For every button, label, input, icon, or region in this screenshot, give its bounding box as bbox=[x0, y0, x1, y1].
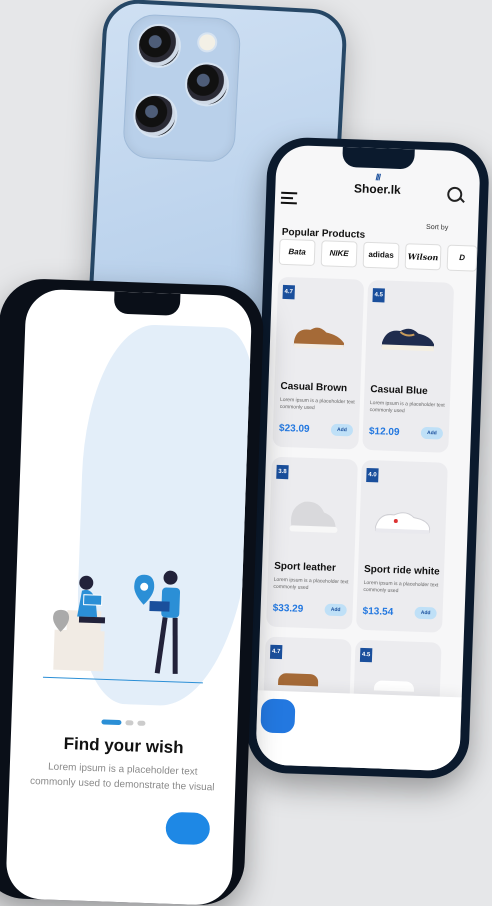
notch bbox=[342, 147, 415, 170]
shop-screen: /// Shoer.lk Popular Products Sort by Ba… bbox=[255, 145, 481, 772]
onboarding-screen: Find your wish Lorem ipsum is a placehol… bbox=[5, 288, 252, 906]
hamburger-menu-icon[interactable] bbox=[281, 189, 298, 208]
shoe-image-partial bbox=[278, 673, 318, 686]
page-dot[interactable] bbox=[137, 721, 145, 726]
product-price: $12.09 bbox=[369, 426, 400, 438]
home-icon[interactable] bbox=[260, 698, 295, 733]
product-card[interactable]: 3.8 Sport leather Lorem ipsum is a place… bbox=[266, 457, 358, 630]
shoe-image-partial bbox=[374, 680, 414, 691]
sort-label: Sort by bbox=[426, 224, 448, 232]
product-card[interactable]: 4.0 Sport ride white Lorem ipsum is a pl… bbox=[356, 460, 448, 633]
flash-icon bbox=[197, 32, 218, 53]
product-price: $13.54 bbox=[362, 606, 393, 618]
product-description: Lorem ipsum is a placeholder text common… bbox=[273, 577, 351, 594]
app-name: Shoer.lk bbox=[347, 181, 407, 197]
product-name: Sport ride white bbox=[364, 564, 440, 578]
shoe-image-grey bbox=[283, 493, 340, 537]
add-to-cart-button[interactable]: Add bbox=[324, 604, 346, 617]
rating-badge: 4.5 bbox=[360, 648, 372, 662]
bottom-nav bbox=[255, 690, 461, 771]
add-to-cart-button[interactable]: Add bbox=[331, 424, 353, 437]
product-description: Lorem ipsum is a placeholder text common… bbox=[370, 400, 448, 417]
left-phone: Find your wish Lorem ipsum is a placehol… bbox=[0, 278, 265, 906]
notch bbox=[114, 292, 181, 316]
camera-module bbox=[122, 13, 241, 163]
page-dot-active[interactable] bbox=[101, 719, 121, 725]
camera-lens-icon bbox=[136, 23, 182, 69]
add-to-cart-button[interactable]: Add bbox=[421, 427, 443, 440]
product-description: Lorem ipsum is a placeholder text common… bbox=[363, 580, 441, 597]
rating-badge: 3.8 bbox=[276, 465, 288, 479]
right-phone: /// Shoer.lk Popular Products Sort by Ba… bbox=[246, 136, 490, 779]
app-logo: /// Shoer.lk bbox=[347, 171, 408, 197]
rating-badge: 4.5 bbox=[372, 288, 384, 302]
product-name: Casual Brown bbox=[280, 381, 347, 394]
product-name: Casual Blue bbox=[370, 384, 428, 397]
shoe-image-brown bbox=[292, 319, 347, 351]
product-name: Sport leather bbox=[274, 561, 336, 574]
onboarding-title: Find your wish bbox=[18, 732, 229, 759]
page-indicator bbox=[101, 719, 147, 727]
product-card[interactable]: 4.5 Casual Blue Lorem ipsum is a placeho… bbox=[362, 280, 454, 453]
onboarding-description: Lorem ipsum is a placeholder text common… bbox=[27, 759, 218, 796]
onboarding-illustration bbox=[22, 559, 227, 716]
product-price: $33.29 bbox=[273, 603, 304, 615]
rating-badge: 4.7 bbox=[282, 285, 294, 299]
brand-chip-adidas[interactable]: adidas bbox=[363, 242, 400, 269]
page-dot[interactable] bbox=[125, 720, 133, 725]
search-icon[interactable] bbox=[447, 187, 463, 203]
product-card[interactable]: 4.7 Casual Brown Lorem ipsum is a placeh… bbox=[272, 277, 364, 450]
brand-chip-wilson[interactable]: Wilson bbox=[405, 243, 442, 270]
brand-chip-partial[interactable]: D bbox=[447, 245, 478, 272]
rating-badge: 4.7 bbox=[270, 645, 282, 659]
camera-lens-icon bbox=[132, 93, 178, 139]
brand-chip-bata[interactable]: Bata bbox=[279, 239, 316, 266]
shoe-image-blue bbox=[380, 320, 437, 354]
rating-badge: 4.0 bbox=[366, 468, 378, 482]
shoe-image-white bbox=[373, 502, 432, 538]
brand-chip-nike[interactable]: NIKE bbox=[321, 240, 358, 267]
product-description: Lorem ipsum is a placeholder text common… bbox=[280, 397, 358, 414]
sort-by-button[interactable]: Sort by bbox=[426, 224, 451, 232]
camera-lens-icon bbox=[184, 61, 230, 107]
next-button[interactable] bbox=[165, 812, 210, 846]
add-to-cart-button[interactable]: Add bbox=[414, 607, 436, 620]
product-price: $23.09 bbox=[279, 423, 310, 435]
